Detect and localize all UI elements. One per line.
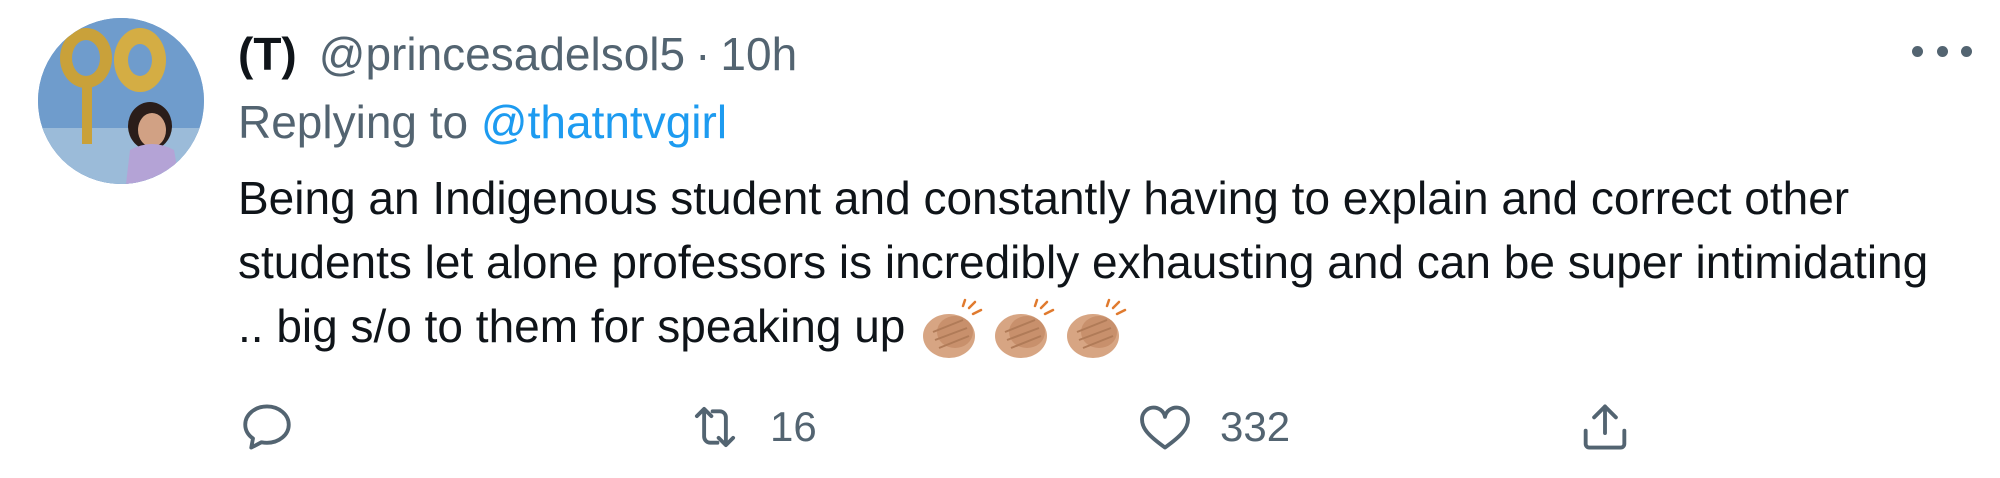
clapping-hands-emoji-icon <box>915 298 1135 362</box>
share-button[interactable] <box>1576 392 1634 462</box>
retweet-icon <box>694 406 736 448</box>
replying-to-label: Replying to <box>238 96 469 148</box>
more-dot <box>1936 45 1948 57</box>
retweet-button[interactable]: 16 <box>686 392 817 462</box>
share-icon <box>1583 404 1627 450</box>
more-options-icon[interactable] <box>1912 36 1972 66</box>
reply-button[interactable] <box>238 392 296 462</box>
replying-to-handle-link[interactable]: @thatntvgirl <box>481 96 727 148</box>
avatar[interactable] <box>38 18 204 184</box>
tweet-card: (T) @princesadelsol5 · 10h Replying to @… <box>0 0 2000 478</box>
retweet-count: 16 <box>770 403 817 450</box>
separator-dot: · <box>695 28 711 80</box>
like-count: 332 <box>1220 403 1291 450</box>
tweet-text: Being an Indigenous student and constant… <box>238 166 1958 362</box>
avatar-image <box>38 18 204 184</box>
like-button[interactable]: 332 <box>1136 392 1290 462</box>
display-name[interactable]: (T) <box>238 27 297 81</box>
heart-icon <box>1140 405 1190 450</box>
more-dot <box>1912 45 1923 57</box>
more-dot <box>1961 45 1972 57</box>
tweet-actions-bar: 16 332 <box>238 392 1758 462</box>
tweet-header: (T) @princesadelsol5 · 10h <box>238 24 797 84</box>
user-handle[interactable]: @princesadelsol5 <box>319 27 685 81</box>
timestamp[interactable]: 10h <box>720 27 797 81</box>
replying-to-line: Replying to @thatntvgirl <box>238 95 727 149</box>
reply-bubble-icon <box>243 404 291 450</box>
